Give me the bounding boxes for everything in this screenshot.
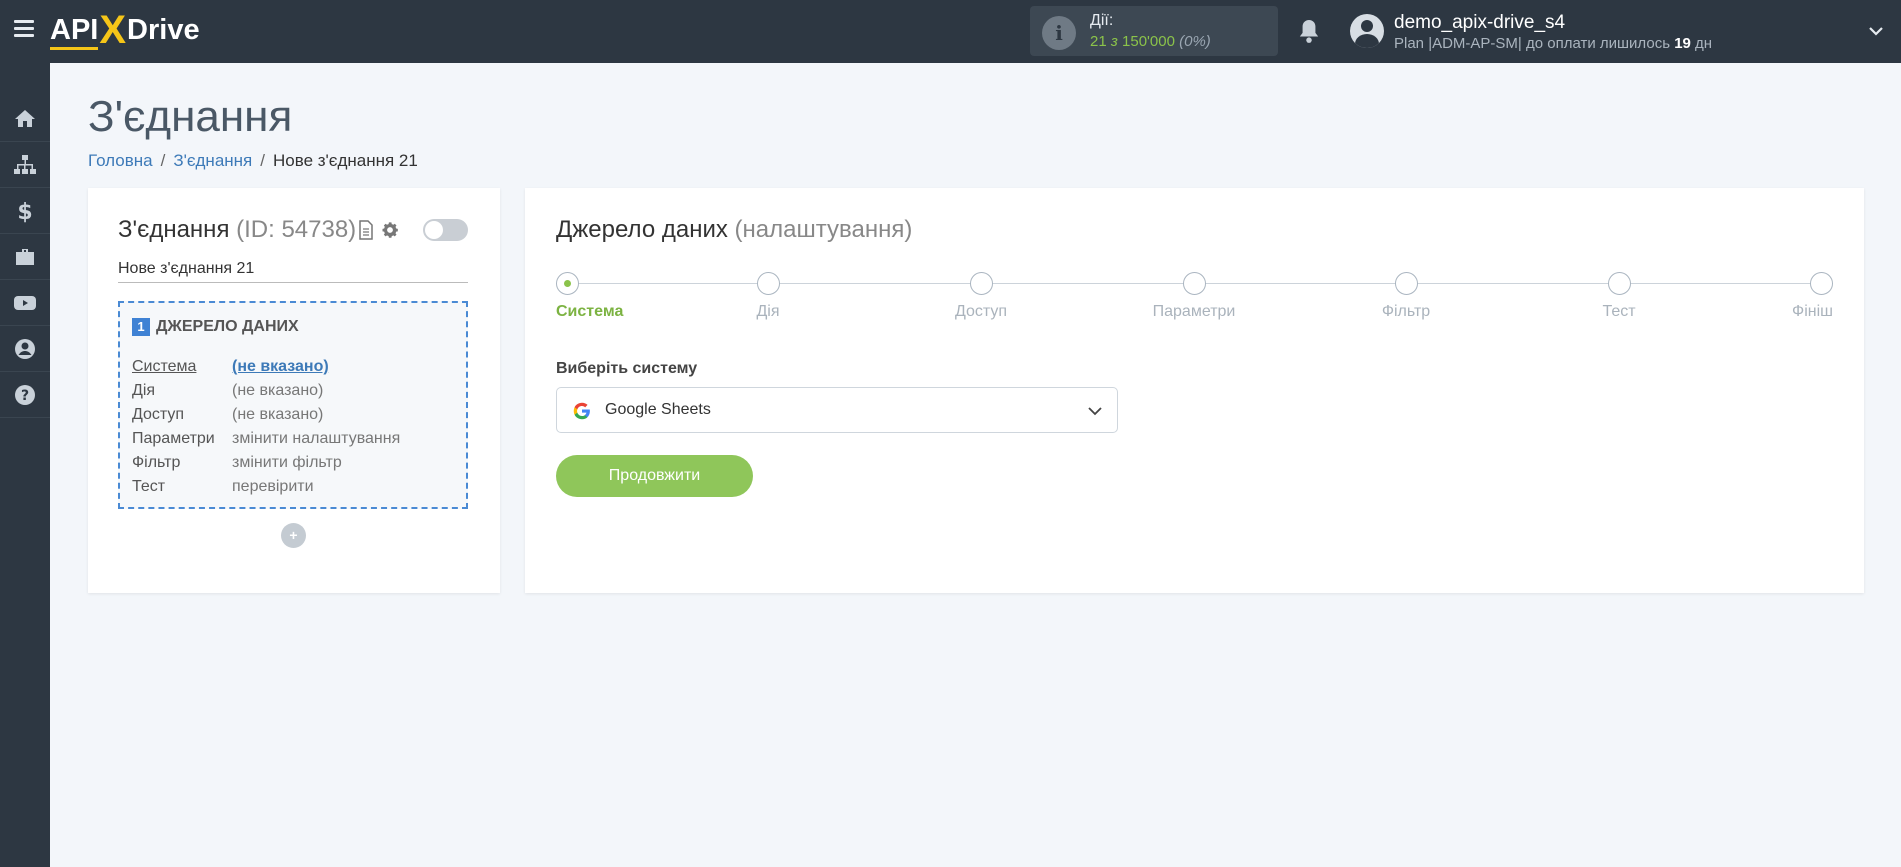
system-select[interactable]: Google Sheets [556, 387, 1118, 433]
page-title: З'єднання [88, 92, 293, 141]
step-dot [556, 272, 579, 295]
source-row-params: Параметри змінити налаштування [132, 430, 401, 447]
source-label: ДЖЕРЕЛО ДАНИХ [156, 318, 299, 335]
selected-system: Google Sheets [605, 401, 711, 418]
source-header: 1 ДЖЕРЕЛО ДАНИХ [132, 318, 299, 336]
connection-id: (ID: 54738) [236, 216, 357, 243]
connection-title-text: З'єднання [118, 216, 230, 243]
gear-icon[interactable] [380, 220, 400, 240]
source-row-test: Тест перевірити [132, 478, 314, 495]
breadcrumb-home[interactable]: Головна [88, 151, 153, 170]
source-number-badge: 1 [132, 318, 150, 336]
source-settings-title: Джерело даних (налаштування) [556, 216, 912, 244]
source-row-access: Доступ (не вказано) [132, 406, 324, 423]
sidebar: $ ? [0, 63, 50, 867]
top-bar: API X Drive i Дії: 21 з 150'000 (0%) demo_… [0, 0, 1901, 63]
step-filter: Фільтр [1346, 272, 1466, 321]
step-access: Доступ [921, 272, 1041, 321]
add-block-button[interactable]: + [281, 523, 306, 548]
briefcase-icon[interactable] [0, 234, 50, 280]
dollar-icon[interactable]: $ [0, 188, 50, 234]
actions-label: Дії: [1090, 12, 1114, 29]
apix-drive-logo[interactable]: API X Drive [50, 8, 200, 52]
actions-counter[interactable]: i Дії: 21 з 150'000 (0%) [1030, 6, 1278, 56]
bell-icon[interactable] [1298, 18, 1320, 44]
actions-used: 21 [1090, 33, 1107, 50]
source-row-system[interactable]: Система (не вказано) [132, 355, 400, 379]
actions-percent: (0%) [1179, 33, 1211, 50]
step-dot [1607, 272, 1631, 295]
actions-value: 21 з 150'000 (0%) [1090, 33, 1211, 50]
source-row-filter: Фільтр змінити фільтр [132, 454, 342, 471]
avatar[interactable] [1350, 14, 1384, 48]
step-system[interactable]: Система [556, 272, 623, 321]
plan-days-unit: дн [1695, 35, 1713, 52]
step-action: Дія [708, 272, 828, 321]
plan-days: 19 [1674, 35, 1691, 52]
select-system-label: Виберіть систему [556, 360, 698, 377]
step-dot [1394, 272, 1418, 295]
chevron-down-icon[interactable] [1868, 23, 1884, 39]
connection-name-field[interactable]: Нове з'єднання 21 [118, 260, 468, 283]
chevron-down-icon[interactable] [1087, 403, 1103, 419]
source-row-action: Дія (не вказано) [132, 382, 324, 399]
data-source-block[interactable]: 1 ДЖЕРЕЛО ДАНИХ Система (не вказано) Дія(… [118, 301, 468, 509]
logo-drive: Drive [127, 13, 200, 46]
step-dot [969, 272, 993, 295]
google-icon [573, 402, 590, 420]
logo-api: API [50, 13, 99, 50]
connection-toggle[interactable] [423, 219, 468, 241]
step-params: Параметри [1134, 272, 1254, 321]
menu-icon[interactable] [14, 20, 34, 38]
plan-text: Plan |ADM-AP-SM| до оплати лишилось [1394, 35, 1671, 52]
sitemap-icon[interactable] [0, 142, 50, 188]
svg-text:?: ? [21, 388, 29, 404]
source-settings-title-text: Джерело даних [556, 216, 728, 243]
actions-total: 150'000 [1122, 33, 1175, 50]
home-icon[interactable] [0, 96, 50, 142]
user-name[interactable]: demo_apix-drive_s4 [1394, 12, 1565, 34]
step-test: Тест [1559, 272, 1679, 321]
breadcrumb: Головна / З'єднання / Нове з'єднання 21 [88, 151, 418, 170]
help-icon[interactable]: ? [0, 372, 50, 418]
document-icon[interactable] [358, 220, 374, 240]
step-finish: Фініш [1792, 272, 1833, 321]
step-dot [1810, 272, 1833, 295]
step-dot [756, 272, 780, 295]
user-plan: Plan |ADM-AP-SM| до оплати лишилось 19 д… [1394, 35, 1712, 52]
connection-title: З'єднання (ID: 54738) [118, 216, 356, 244]
continue-button[interactable]: Продовжити [556, 455, 753, 497]
info-icon: i [1042, 16, 1076, 50]
breadcrumb-connections[interactable]: З'єднання [173, 151, 252, 170]
source-settings-subtitle: (налаштування) [734, 216, 913, 243]
source-settings-card: Джерело даних (налаштування) Система Дія… [525, 188, 1864, 593]
svg-text:$: $ [17, 200, 32, 223]
actions-separator: з [1110, 33, 1118, 50]
connection-card: З'єднання (ID: 54738) Нове з'єднання 21 … [88, 188, 500, 593]
logo-x: X [99, 8, 127, 52]
breadcrumb-current: Нове з'єднання 21 [273, 151, 418, 170]
youtube-icon[interactable] [0, 280, 50, 326]
step-dot [1182, 272, 1206, 295]
user-circle-icon[interactable] [0, 326, 50, 372]
